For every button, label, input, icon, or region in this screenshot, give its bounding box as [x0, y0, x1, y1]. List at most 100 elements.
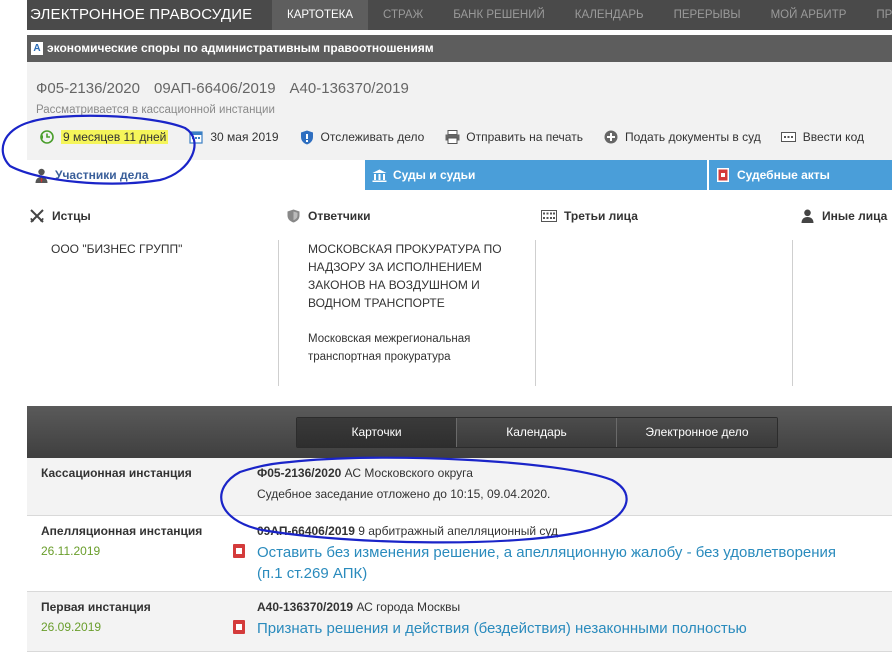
case-number-cassation: Ф05-2136/2020: [36, 80, 140, 97]
case-number-first: А40-136370/2019: [289, 80, 409, 97]
defendant-2-line: транспортная прокуратура: [308, 351, 451, 363]
case-tabs: Участники дела Суды и судьи Судебные акт…: [27, 160, 892, 190]
enter-code-label: Ввести код: [802, 130, 864, 144]
instance-name: Первая инстанция: [41, 600, 151, 614]
case-category-bar: A экономические споры по административны…: [27, 35, 892, 62]
segment-calendar[interactable]: Календарь: [457, 418, 617, 447]
instance-case-number[interactable]: 09АП-66406/2019: [257, 524, 355, 538]
decision-link-line: Оставить без изменения решение, а апелля…: [257, 544, 837, 561]
third-parties-title: Третьи лица: [564, 209, 638, 223]
tab-participants-label: Участники дела: [55, 168, 149, 182]
instance-case-number[interactable]: А40-136370/2019: [257, 600, 353, 614]
pdf-icon[interactable]: [233, 620, 245, 634]
defendant-1-line: МОСКОВСКАЯ ПРОКУРАТУРА ПО: [308, 242, 502, 256]
participants-panel: Истцы Ответчики Третьи лица Иные лица ОО…: [27, 200, 892, 395]
nav-item-kartoteka[interactable]: КАРТОТЕКА: [272, 0, 369, 30]
nav-item-strazh[interactable]: СТРАЖ: [368, 0, 438, 30]
case-category: экономические споры по административным …: [47, 41, 434, 55]
print-button[interactable]: Отправить на печать: [444, 129, 583, 145]
view-switcher-bar: Карточки Календарь Электронное дело: [27, 406, 892, 458]
clock-back-icon: [39, 129, 55, 145]
instance-case-info: 09АП-66406/2019 9 арбитражный апелляцион…: [257, 524, 558, 538]
track-case-button[interactable]: Отслеживать дело: [299, 129, 425, 145]
tab-courts-label: Суды и судьи: [393, 168, 476, 182]
top-navigation-bar: ЭЛЕКТРОННОЕ ПРАВОСУДИЕ КАРТОТЕКА СТРАЖ Б…: [27, 0, 892, 30]
instance-case-number[interactable]: Ф05-2136/2020: [257, 466, 341, 480]
enter-code-button[interactable]: Ввести код: [781, 129, 864, 145]
defendant-1-line: ВОДНОМ ТРАНСПОРТЕ: [308, 296, 445, 310]
instance-cassation: Кассационная инстанция Ф05-2136/2020 АС …: [27, 458, 892, 516]
submit-documents-button[interactable]: Подать документы в суд: [603, 129, 761, 145]
crossed-swords-icon: [29, 208, 45, 224]
nav-item-breaks[interactable]: ПЕРЕРЫВЫ: [659, 0, 756, 30]
plaintiffs-header: Истцы: [29, 208, 91, 224]
brand-title[interactable]: ЭЛЕКТРОННОЕ ПРАВОСУДИЕ: [30, 6, 252, 23]
main-nav: КАРТОТЕКА СТРАЖ БАНК РЕШЕНИЙ КАЛЕНДАРЬ П…: [272, 0, 892, 30]
submit-documents-label: Подать документы в суд: [624, 130, 761, 144]
instance-date: 26.11.2019: [41, 544, 101, 558]
defendant-1-line: ЗАКОНОВ НА ВОЗДУШНОМ И: [308, 278, 480, 292]
track-case-label: Отслеживать дело: [320, 130, 425, 144]
decision-link-line: (п.1 ст.269 АПК): [257, 565, 368, 582]
column-divider: [535, 240, 536, 386]
nav-item-pro[interactable]: ПРО: [861, 0, 892, 30]
defendant-1[interactable]: МОСКОВСКАЯ ПРОКУРАТУРА ПО НАДЗОРУ ЗА ИСП…: [308, 240, 502, 312]
pdf-document-icon: [715, 167, 731, 183]
instance-court: 9 арбитражный апелляционный суд: [358, 524, 559, 538]
instance-case-info: А40-136370/2019 АС города Москвы: [257, 600, 460, 614]
instance-note: Судебное заседание отложено до 10:15, 09…: [257, 487, 551, 501]
instance-name: Апелляционная инстанция: [41, 524, 203, 538]
decision-link-line: Признать решения и действия (бездействия…: [257, 620, 747, 637]
defendant-1-line: НАДЗОРУ ЗА ИСПОЛНЕНИЕМ: [308, 260, 482, 274]
tab-judicial-acts-label: Судебные акты: [737, 168, 830, 182]
column-divider: [792, 240, 793, 386]
print-label: Отправить на печать: [466, 130, 583, 144]
shield-grey-icon: [285, 208, 301, 224]
pdf-icon[interactable]: [233, 544, 245, 558]
case-number-appeal: 09АП-66406/2019: [154, 80, 276, 97]
instance-court: АС города Москвы: [356, 600, 461, 614]
third-parties-header: Третьи лица: [541, 208, 638, 224]
plaintiff-name[interactable]: ООО "БИЗНЕС ГРУПП": [51, 240, 182, 258]
instance-decision-link[interactable]: Оставить без изменения решение, а апелля…: [257, 542, 836, 584]
calendar-icon: [188, 129, 204, 145]
case-numbers: Ф05-2136/2020 09АП-66406/2019 А40-136370/2…: [36, 80, 423, 97]
column-divider: [278, 240, 279, 386]
segment-cards[interactable]: Карточки: [297, 418, 457, 447]
shield-icon: [299, 129, 315, 145]
tab-participants[interactable]: Участники дела: [27, 160, 365, 190]
instance-decision-link[interactable]: Признать решения и действия (бездействия…: [257, 618, 747, 639]
defendant-2-line: Московская межрегиональная: [308, 333, 471, 345]
other-parties-title: Иные лица: [822, 209, 888, 223]
defendants-header: Ответчики: [285, 208, 371, 224]
person-icon: [799, 208, 815, 224]
defendant-2[interactable]: Московская межрегиональная транспортная …: [308, 330, 470, 366]
plus-circle-icon: [603, 129, 619, 145]
instance-appeal: Апелляционная инстанция 26.11.2019 09АП-…: [27, 516, 892, 592]
building-icon: [541, 208, 557, 224]
defendants-title: Ответчики: [308, 209, 371, 223]
case-status: Рассматривается в кассационной инстанции: [36, 104, 275, 116]
case-duration-text: 9 месяцев 11 дней: [61, 130, 169, 144]
tab-courts[interactable]: Суды и судьи: [365, 160, 709, 190]
tab-judicial-acts[interactable]: Судебные акты: [709, 160, 892, 190]
nav-item-bank-resheniy[interactable]: БАНК РЕШЕНИЙ: [438, 0, 560, 30]
instance-court: АС Московского округа: [344, 466, 473, 480]
case-header: Ф05-2136/2020 09АП-66406/2019 А40-136370/2…: [27, 62, 892, 160]
instance-first: Первая инстанция 26.09.2019 А40-136370/2…: [27, 592, 892, 652]
plaintiffs-title: Истцы: [52, 209, 91, 223]
instance-name: Кассационная инстанция: [41, 466, 192, 480]
instance-date: 26.09.2019: [41, 620, 102, 634]
case-duration: 9 месяцев 11 дней: [39, 129, 169, 145]
case-date: 30 мая 2019: [188, 129, 279, 145]
nav-item-my-arbitr[interactable]: МОЙ АРБИТР: [756, 0, 862, 30]
courthouse-icon: [371, 167, 387, 183]
code-input-icon: [781, 129, 797, 145]
arbitration-icon: A: [31, 42, 43, 55]
view-switcher: Карточки Календарь Электронное дело: [296, 417, 778, 448]
printer-icon: [444, 129, 460, 145]
nav-item-calendar[interactable]: КАЛЕНДАРЬ: [560, 0, 659, 30]
case-date-text: 30 мая 2019: [210, 130, 279, 144]
case-actions: 9 месяцев 11 дней 30 мая 2019 Отслеживат…: [27, 127, 884, 147]
segment-electronic-case[interactable]: Электронное дело: [617, 418, 777, 447]
